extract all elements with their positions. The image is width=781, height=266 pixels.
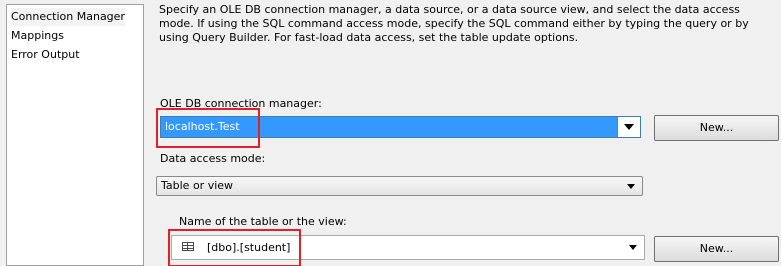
data-access-mode-combo[interactable]: Table or view xyxy=(156,176,643,196)
connection-manager-combo[interactable]: localhost.Test xyxy=(160,116,641,138)
data-access-mode-label: Data access mode: xyxy=(160,152,266,165)
chevron-down-icon[interactable] xyxy=(620,177,642,195)
nav-item-mappings[interactable]: Mappings xyxy=(11,27,64,45)
connection-manager-value: localhost.Test xyxy=(165,120,240,133)
table-name-combo[interactable]: [dbo].[student] xyxy=(171,235,645,260)
ole-db-destination-editor: Connection Manager Mappings Error Output… xyxy=(0,0,781,266)
nav-panel: Connection Manager Mappings Error Output xyxy=(6,4,144,266)
nav-item-error-output[interactable]: Error Output xyxy=(11,46,80,64)
nav-item-connection-manager[interactable]: Connection Manager xyxy=(11,8,125,26)
table-icon xyxy=(182,242,194,251)
table-name-label: Name of the table or the view: xyxy=(179,215,347,228)
content-panel: Specify an OLE DB connection manager, a … xyxy=(146,0,781,266)
table-new-button[interactable]: New... xyxy=(654,236,779,262)
connection-manager-label: OLE DB connection manager: xyxy=(160,97,322,110)
chevron-down-icon[interactable] xyxy=(617,117,640,137)
connection-new-button[interactable]: New... xyxy=(654,115,779,141)
table-name-value: [dbo].[student] xyxy=(207,241,291,254)
data-access-mode-value: Table or view xyxy=(161,179,234,192)
chevron-down-icon[interactable] xyxy=(622,236,644,259)
description-text: Specify an OLE DB connection manager, a … xyxy=(159,3,749,44)
